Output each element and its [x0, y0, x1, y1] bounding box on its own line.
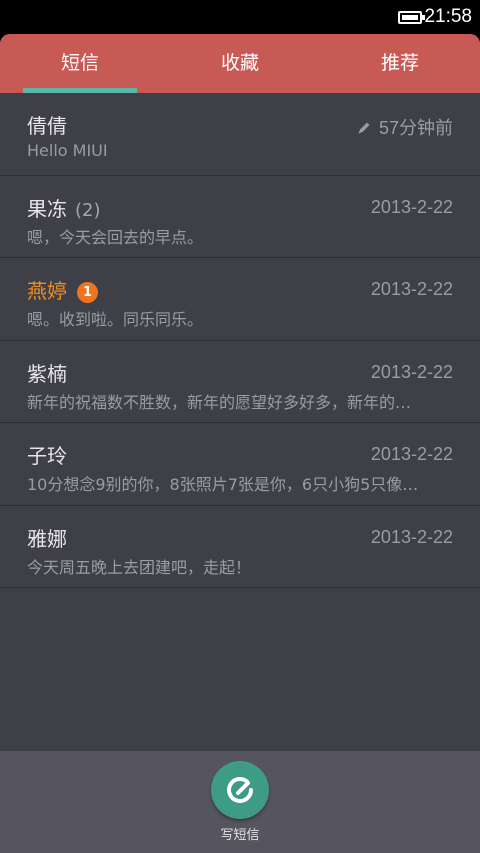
messaging-app: 短信 收藏 推荐 倩倩 57分钟前 Hello MIUI 果冻 (2) 2013-…: [0, 34, 480, 853]
contact-name: 子玲: [27, 444, 67, 468]
timestamp-text: 57分钟前: [378, 118, 453, 138]
compose-icon: [227, 777, 253, 803]
contact-name: 燕婷: [27, 279, 67, 303]
conversation-row[interactable]: 燕婷 1 2013-2-22 嗯。收到啦。同乐同乐。: [0, 258, 480, 341]
contact-name: 雅娜: [27, 526, 67, 551]
conversation-row[interactable]: 紫楠 2013-2-22 新年的祝福数不胜数，新年的愿望好多好多，新年的…: [0, 341, 480, 423]
tab-favorites[interactable]: 收藏: [160, 34, 320, 93]
message-count: (2): [75, 199, 101, 221]
message-preview: 嗯，今天会回去的早点。: [27, 227, 204, 247]
tab-recommended[interactable]: 推荐: [320, 34, 480, 93]
timestamp: 57分钟前: [357, 114, 453, 140]
compose-button[interactable]: [211, 761, 269, 819]
timestamp: 2013-2-22: [370, 361, 453, 382]
bottom-bar: 写短信: [0, 751, 480, 853]
contact-name: 果冻: [27, 196, 67, 221]
timestamp: 2013-2-22: [370, 196, 453, 217]
conversation-row[interactable]: 果冻 (2) 2013-2-22 嗯，今天会回去的早点。: [0, 176, 480, 258]
compose-label: 写短信: [220, 828, 260, 843]
message-preview: 10分想念9别的你，8张照片7张是你，6只小狗5只像…: [27, 475, 419, 494]
conversation-row[interactable]: 子玲 2013-2-22 10分想念9别的你，8张照片7张是你，6只小狗5只像…: [0, 423, 480, 506]
contact-name-wrap: 果冻 (2): [27, 193, 101, 222]
timestamp: 2013-2-22: [370, 526, 453, 547]
pencil-icon: [358, 122, 370, 134]
contact-name: 倩倩: [27, 114, 67, 138]
contact-name-wrap: 燕婷 1: [27, 275, 98, 304]
timestamp: 2013-2-22: [370, 444, 453, 464]
tab-messages[interactable]: 短信: [0, 34, 160, 93]
unread-badge: 1: [77, 282, 98, 303]
message-preview: 嗯。收到啦。同乐同乐。: [27, 310, 204, 329]
message-preview: 新年的祝福数不胜数，新年的愿望好多好多，新年的…: [27, 392, 412, 412]
tab-bar: 短信 收藏 推荐: [0, 34, 480, 93]
status-bar: 21:58: [0, 0, 480, 34]
message-preview: 今天周五晚上去团建吧，走起！: [27, 557, 252, 577]
timestamp: 2013-2-22: [370, 279, 453, 299]
conversation-row[interactable]: 雅娜 2013-2-22 今天周五晚上去团建吧，走起！: [0, 506, 480, 588]
battery-icon: [398, 11, 425, 24]
status-clock: 21:58: [424, 6, 472, 27]
conversation-list: 倩倩 57分钟前 Hello MIUI 果冻 (2) 2013-2-22 嗯，今天…: [0, 93, 480, 588]
message-preview: Hello MIUI: [27, 141, 108, 160]
conversation-row[interactable]: 倩倩 57分钟前 Hello MIUI: [0, 93, 480, 176]
contact-name: 紫楠: [27, 361, 67, 386]
